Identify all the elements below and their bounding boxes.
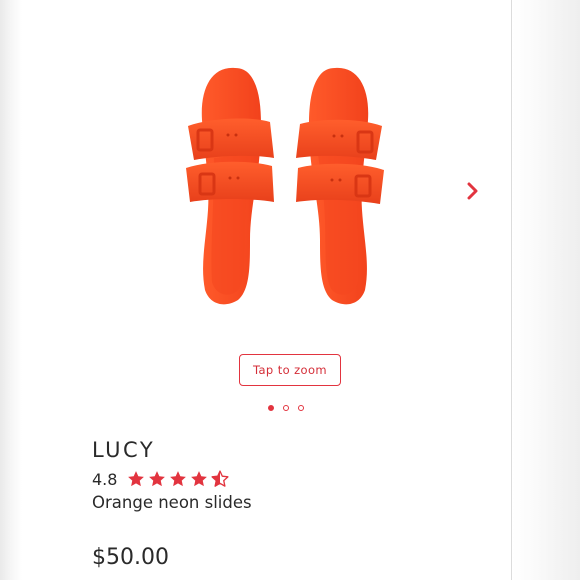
rating-row: 4.8 <box>92 468 230 490</box>
carousel-dot-3[interactable] <box>298 405 304 411</box>
product-price: $50.00 <box>92 545 169 570</box>
star-icon <box>170 471 187 487</box>
next-page-edge <box>511 0 580 580</box>
next-image-button[interactable] <box>458 176 488 206</box>
half-star-icon <box>211 470 230 487</box>
star-icon <box>149 471 166 487</box>
tap-to-zoom-button[interactable]: Tap to zoom <box>239 354 341 386</box>
rating-value: 4.8 <box>92 469 118 489</box>
rating-stars <box>127 470 230 488</box>
carousel-dot-1[interactable] <box>268 405 274 411</box>
product-image[interactable] <box>150 50 420 320</box>
star-icon <box>191 471 208 487</box>
previous-page-edge <box>0 0 22 580</box>
chevron-right-icon <box>467 182 478 200</box>
image-carousel-dots <box>268 402 314 414</box>
orange-slide-sandals-image <box>186 67 384 305</box>
product-description: Orange neon slides <box>92 493 252 512</box>
star-icon <box>128 471 145 487</box>
product-name: LUCY <box>92 438 156 462</box>
carousel-dot-2[interactable] <box>283 405 289 411</box>
